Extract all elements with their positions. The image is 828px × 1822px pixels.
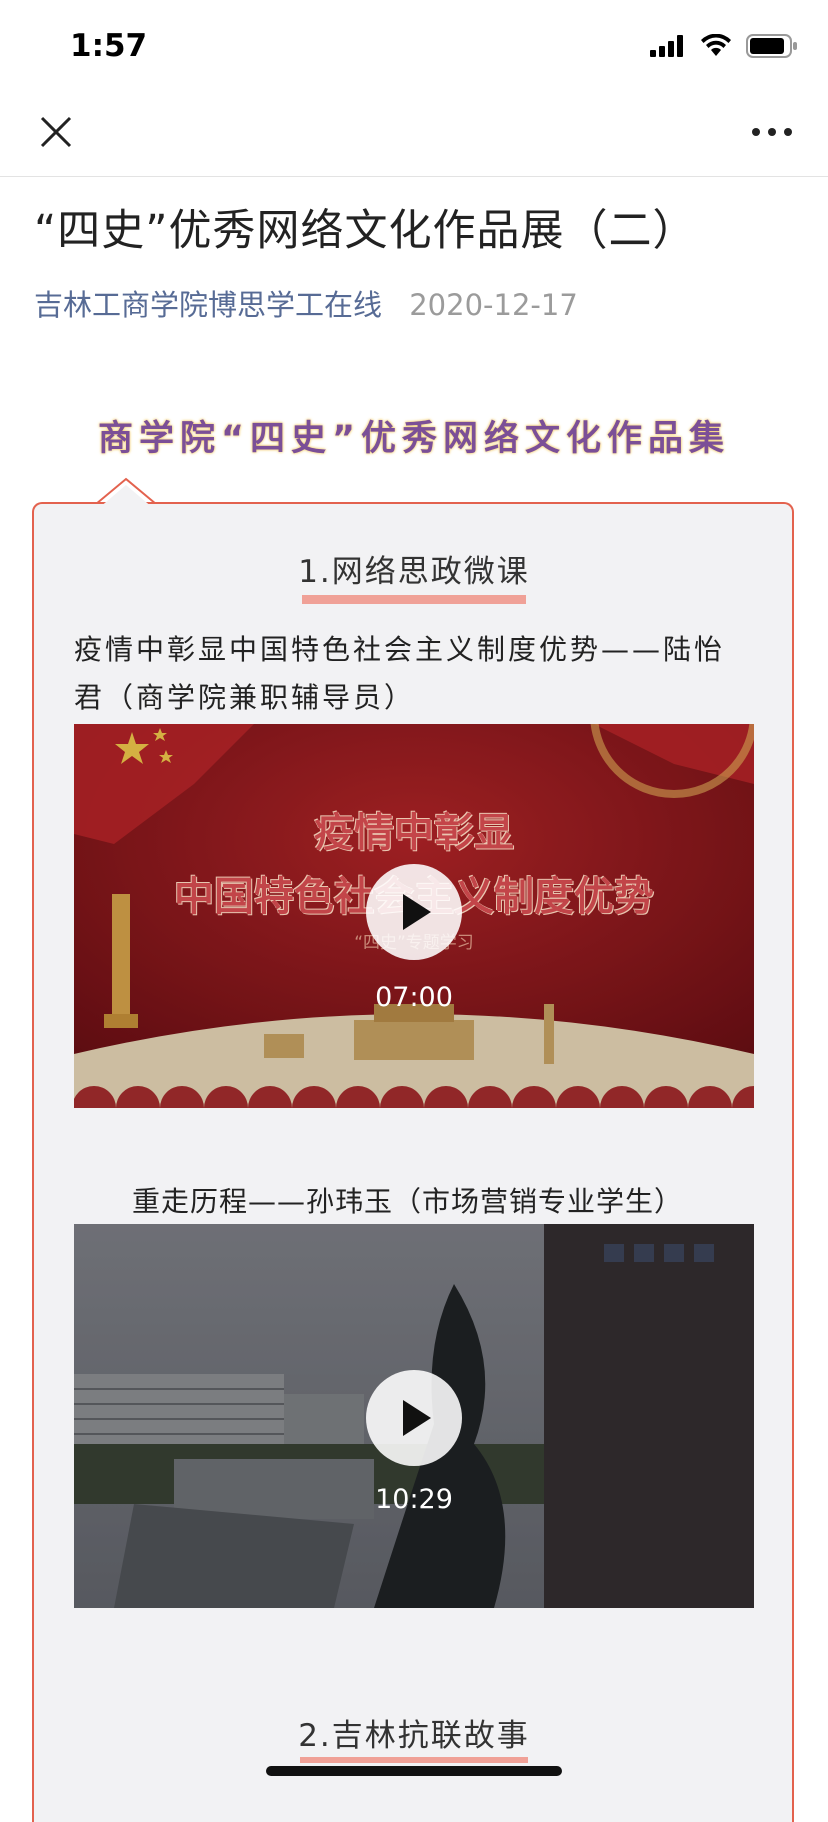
more-options-button[interactable] (750, 112, 794, 152)
video-title-1-line-2: 君（商学院兼职辅导员） (74, 681, 416, 714)
video-duration-1: 07:00 (375, 982, 453, 1013)
home-indicator[interactable] (266, 1766, 562, 1776)
play-button-2[interactable] (366, 1370, 462, 1466)
video-duration-2: 10:29 (375, 1484, 453, 1515)
play-icon (403, 1400, 431, 1436)
status-bar: 1:57 (0, 0, 828, 100)
video-player-2[interactable]: 10:29 (74, 1224, 754, 1608)
wifi-icon (701, 34, 731, 56)
video-title-2: 重走历程——孙玮玉（市场营销专业学生） (132, 1185, 684, 1218)
section-underline-1 (302, 595, 526, 604)
thumbnail-caption-line-1: 疫情中彰显 (314, 810, 514, 856)
close-icon (40, 116, 72, 148)
close-button[interactable] (36, 112, 76, 152)
video-title-1: 疫情中彰显中国特色社会主义制度优势——陆怡 君（商学院兼职辅导员） (74, 626, 764, 722)
video-title-1-line-1: 疫情中彰显中国特色社会主义制度优势——陆怡 (74, 633, 726, 666)
status-time: 1:57 (70, 28, 148, 64)
section-heading-1: 1.网络思政微课 (298, 554, 530, 590)
cellular-signal-icon (650, 35, 683, 57)
publish-date: 2020-12-17 (409, 288, 578, 322)
video-player-1[interactable]: 疫情中彰显 中国特色社会主义制度优势 “四史”专题学习 07:00 (74, 724, 754, 1108)
battery-icon (746, 34, 797, 58)
article-title: “四史”优秀网络文化作品展（二） (34, 206, 697, 256)
play-icon (403, 894, 431, 930)
status-icons (650, 34, 798, 58)
section-underline-2 (300, 1757, 528, 1763)
article-meta: 吉林工商学院博思学工在线 2020-12-17 (34, 282, 578, 324)
section-heading-2: 2.吉林抗联故事 (298, 1718, 530, 1754)
account-name-link[interactable]: 吉林工商学院博思学工在线 (34, 288, 382, 322)
play-button-1[interactable] (366, 864, 462, 960)
more-dots-icon (752, 128, 792, 136)
collection-title: 商学院“四史”优秀网络文化作品集 (97, 419, 730, 459)
nav-bar (0, 100, 828, 177)
panel-pointer-fill (99, 485, 153, 508)
